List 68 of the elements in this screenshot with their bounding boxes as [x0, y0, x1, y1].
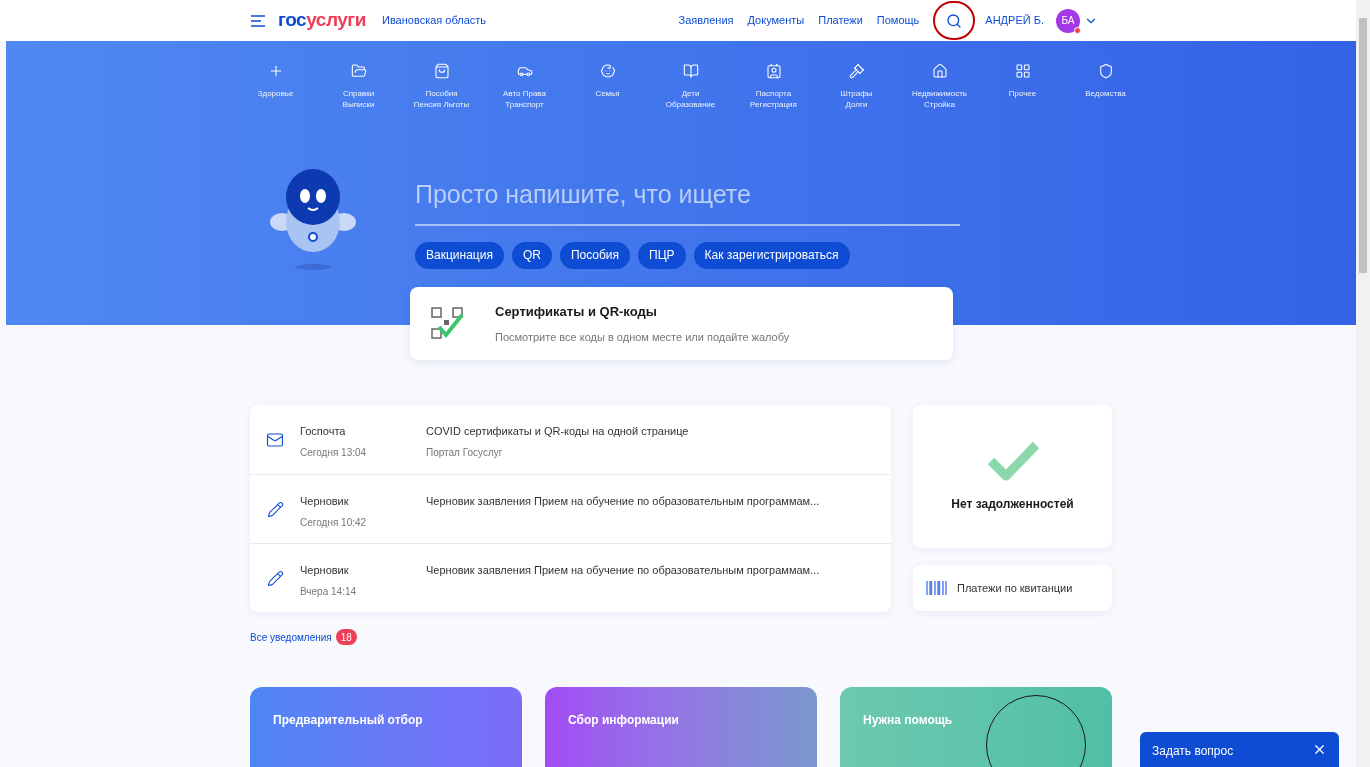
category-link[interactable]: Семья [566, 63, 649, 111]
count-badge: 18 [335, 629, 357, 645]
house-icon [931, 63, 948, 80]
qr-code-check-icon [431, 306, 465, 341]
receipt-payments-label: Платежи по квитанции [957, 580, 1073, 596]
scrollbar-thumb[interactable] [1359, 18, 1367, 273]
book-icon [682, 63, 699, 80]
category-link[interactable]: Дети Образование [649, 63, 732, 111]
ask-question-button[interactable]: Задать вопрос [1140, 732, 1339, 767]
notification-title: Черновик заявления Прием на обучение по образовательным программам... [426, 563, 820, 578]
receipt-payments-card[interactable]: Платежи по квитанции [913, 565, 1112, 611]
category-link[interactable]: Штрафы Долги [815, 63, 898, 111]
grid-icon [1014, 63, 1031, 80]
category-link[interactable]: Справки Выписки [317, 63, 400, 111]
barcode-icon [926, 581, 947, 595]
id-card-icon [765, 63, 782, 80]
debts-card[interactable]: Нет задолженностей [913, 405, 1112, 548]
category-link[interactable]: Здоровье [234, 63, 317, 111]
user-name: АНДРЕЙ Б. [985, 13, 1044, 29]
search-icon [946, 12, 963, 29]
notification-time: Сегодня 10:42 [300, 515, 368, 530]
pencil-icon [266, 501, 284, 518]
notification-title: COVID сертификаты и QR-коды на одной странице [426, 424, 689, 439]
debts-status: Нет задолженностей [951, 496, 1074, 513]
notification-item[interactable]: Черновик Сегодня 10:42 Черновик заявления Прием на обучение по образовательным программам... [250, 474, 891, 543]
category-link[interactable]: Прочее [981, 63, 1064, 111]
nav-link[interactable]: Документы [747, 12, 805, 29]
promo-title: Сертификаты и QR-коды [495, 302, 658, 321]
search-field[interactable]: Просто напишите, что ищете [415, 176, 960, 226]
notification-detail: Портал Госуслуг [426, 445, 504, 460]
site-logo[interactable]: госуслуги [278, 6, 366, 35]
suggestion-chip[interactable]: ПЦР [638, 241, 686, 269]
menu-icon[interactable] [250, 14, 266, 27]
nav-link[interactable]: Помощь [876, 12, 920, 29]
all-notifications-link[interactable]: Все уведомления [250, 629, 332, 645]
category-link[interactable]: Паспорта Регистрация [732, 63, 815, 111]
promo-card[interactable]: Сертификаты и QR-коды Посмотрите все коды в одном месте или подайте жалобу [410, 287, 953, 360]
envelope-icon [266, 431, 284, 449]
notification-item[interactable]: Госпочта Сегодня 13:04 COVID сертификаты и QR-коды на одной странице Портал Госуслуг [250, 405, 891, 474]
suggestion-chip[interactable]: Вакцинация [415, 241, 504, 269]
bag-icon [433, 63, 450, 80]
baby-icon [599, 63, 616, 80]
notification-time: Вчера 14:14 [300, 584, 358, 599]
notification-source: Черновик [300, 494, 350, 509]
nav-link[interactable]: Заявления [678, 12, 734, 29]
category-link[interactable]: Пособия Пенсия Льготы [400, 63, 483, 111]
category-link[interactable]: Авто Права Транспорт [483, 63, 566, 111]
notification-source: Госпочта [300, 424, 347, 439]
category-link[interactable]: Недвижимость Стройка [898, 63, 981, 111]
notification-item[interactable]: Черновик Вчера 14:14 Черновик заявления Прием на обучение по образовательным программам... [250, 543, 891, 612]
notification-source: Черновик [300, 563, 350, 578]
category-link[interactable]: Ведомства [1064, 63, 1147, 111]
nav-link[interactable]: Платежи [818, 12, 863, 29]
notification-title: Черновик заявления Прием на обучение по образовательным программам... [426, 494, 820, 509]
user-avatar[interactable]: БА [1056, 8, 1080, 33]
check-mark-icon [985, 439, 1040, 481]
banner-card[interactable]: Предварительный отбор [250, 687, 522, 767]
gavel-icon [848, 63, 865, 80]
close-icon [1312, 742, 1327, 757]
banner-card[interactable]: Сбор информации [545, 687, 817, 767]
suggestion-chip[interactable]: Как зарегистрироваться [693, 241, 850, 269]
pencil-icon [266, 570, 284, 587]
folder-icon [350, 63, 367, 80]
notification-time: Сегодня 13:04 [300, 445, 368, 460]
suggestion-chip[interactable]: Пособия [559, 241, 631, 269]
region-link[interactable]: Ивановская область [381, 12, 487, 29]
suggestion-chip[interactable]: QR [511, 241, 552, 269]
promo-subtitle: Посмотрите все коды в одном месте или подайте жалобу [495, 330, 790, 346]
